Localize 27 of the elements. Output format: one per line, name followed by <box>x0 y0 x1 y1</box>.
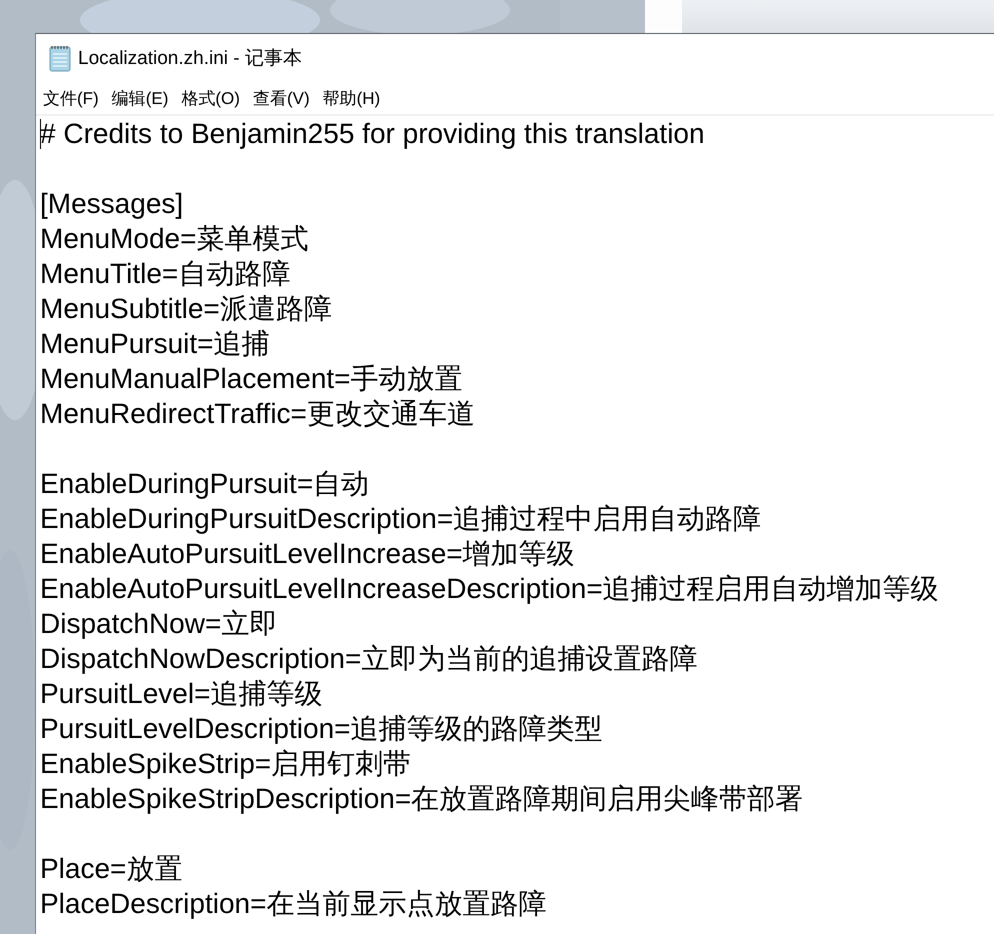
menu-item[interactable]: 查看(V) <box>252 86 310 110</box>
text-line: MenuSubtitle=派遣路障 <box>40 293 332 324</box>
text-line: MenuPursuit=追捕 <box>40 328 270 359</box>
text-line: [Messages] <box>40 188 184 219</box>
window-title: Localization.zh.ini - 记事本 <box>78 47 302 71</box>
text-line: DispatchNowDescription=立即为当前的追捕设置路障 <box>40 643 698 674</box>
text-line: EnableAutoPursuitLevelIncreaseDescription=追捕过程启用自动增加等级 <box>40 573 939 604</box>
menu-item[interactable]: 编辑(E) <box>112 86 168 110</box>
text-line: MenuTitle=自动路障 <box>40 258 290 289</box>
text-line: MenuManualPlacement=手动放置 <box>40 363 463 394</box>
text-line: EnableAutoPursuitLevelIncrease=增加等级 <box>40 538 575 569</box>
text-line: # Credits to Benjamin255 for providing this translation <box>40 118 705 149</box>
text-line: EnableSpikeStrip=启用钉刺带 <box>40 748 412 779</box>
text-line: PursuitLevel=追捕等级 <box>40 678 322 709</box>
menu-item[interactable]: 文件(F) <box>43 86 99 110</box>
text-line: EnableSpikeStripDescription=在放置路障期间启用尖峰带部署 <box>40 783 804 814</box>
text-line: MenuRedirectTraffic=更改交通车道 <box>40 398 475 429</box>
text-line: EnableDuringPursuitDescription=追捕过程中启用自动路障 <box>40 503 762 534</box>
text-line: Place=放置 <box>40 853 182 884</box>
text-line: EnableDuringPursuit=自动 <box>40 468 370 499</box>
menu-item[interactable]: 帮助(H) <box>322 86 380 110</box>
text-line: PlaceDescription=在当前显示点放置路障 <box>40 888 546 919</box>
text-line: DispatchNow=立即 <box>40 608 278 639</box>
text-line: PursuitLevelDescription=追捕等级的路障类型 <box>40 713 602 744</box>
notepad-icon <box>48 44 72 72</box>
menu-item[interactable]: 格式(O) <box>181 86 240 110</box>
text-line: MenuMode=菜单模式 <box>40 223 308 254</box>
